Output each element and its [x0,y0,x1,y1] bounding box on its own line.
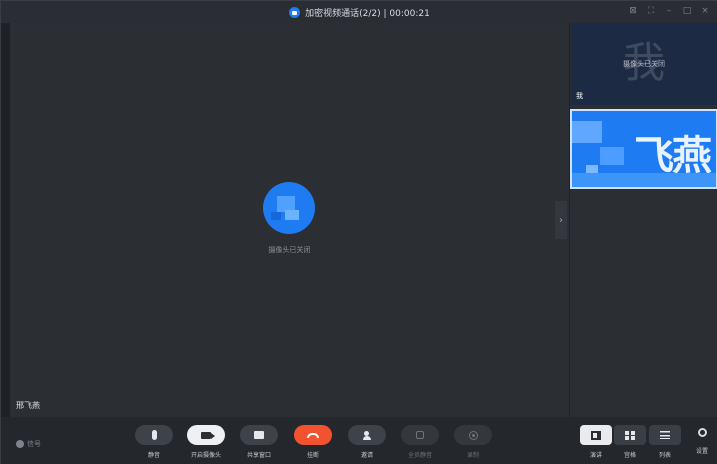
mute-label: 静音 [147,452,160,459]
share-window-button[interactable]: 共享窗口 [239,425,279,459]
hang-up-icon [307,432,319,438]
video-call-window: 加密视频通话(2/2) | 00:00:21 ⊠ ⛶ – □ × 摄像头已关闭 … [0,0,717,464]
camera-button[interactable]: 开启摄像头 [186,425,226,459]
list-layout-label: 列表 [658,452,671,459]
invite-label: 邀请 [360,452,373,459]
camera-icon [201,431,215,439]
gear-icon [697,428,707,437]
share-window-label: 共享窗口 [246,452,271,459]
encryption-lock-icon [289,6,301,18]
list-layout-button[interactable]: 列表 [648,425,682,459]
signal-indicator: 信号 [16,439,41,449]
hang-up-button[interactable]: 挂断 [293,425,333,459]
title-bar: 加密视频通话(2/2) | 00:00:21 ⊠ ⛶ – □ × [1,1,717,23]
close-icon[interactable]: × [700,6,710,17]
invite-icon [363,430,371,440]
window-controls: ⊠ ⛶ – □ × [628,6,710,17]
signal-icon [16,440,24,448]
mute-button[interactable]: 静音 [134,425,174,459]
self-video-tile[interactable]: 我 摄像头已关闭 我 [571,23,717,105]
pin-icon[interactable]: ⊠ [628,6,638,17]
mute-all-icon [416,431,424,439]
chevron-right-icon: › [559,214,563,226]
invite-button[interactable]: 邀请 [347,425,387,459]
grid-layout-button[interactable]: 宫格 [613,425,647,459]
hang-up-label: 挂断 [306,452,319,459]
camera-label: 开启摄像头 [190,452,221,459]
mute-all-label: 全员静音 [407,452,432,459]
fullscreen-icon[interactable]: ⛶ [646,6,656,17]
participant-name: 邢飞燕 [16,401,40,410]
remote-video-tile[interactable]: 飞燕 [570,109,717,189]
mute-all-button[interactable]: 全员静音 [400,425,440,459]
screen-share-icon [254,431,264,439]
speaker-layout-label: 演讲 [589,452,602,459]
remote-tile-strip [572,173,716,187]
speaker-layout-icon [591,430,601,440]
self-label: 我 [576,92,583,100]
grid-layout-icon [625,430,635,440]
title-group: 加密视频通话(2/2) | 00:00:21 [289,6,430,19]
maximize-icon[interactable]: □ [682,6,692,17]
grid-layout-label: 宫格 [623,452,636,459]
call-toolbar: 信号 静音 开启摄像头 共享窗口 挂断 邀请 全员静音 录制 演讲 宫格 列表 … [1,417,717,464]
list-layout-icon [660,431,670,439]
collapse-panel-button[interactable]: › [555,201,567,239]
window-title: 加密视频通话(2/2) | 00:00:21 [305,8,430,19]
record-label: 录制 [466,452,479,459]
signal-text: 信号 [27,440,41,448]
participant-panel: 我 摄像头已关闭 我 飞燕 [570,23,717,417]
minimize-icon[interactable]: – [664,6,674,17]
camera-off-text: 摄像头已关闭 [268,246,311,254]
participant-avatar [263,182,315,234]
settings-label: 设置 [695,448,708,455]
main-video-area[interactable]: 摄像头已关闭 邢飞燕 [10,23,569,417]
self-camera-off-text: 摄像头已关闭 [623,60,665,68]
record-button[interactable]: 录制 [453,425,493,459]
speaker-layout-button[interactable]: 演讲 [579,425,613,459]
settings-button[interactable]: 设置 [691,428,713,455]
record-icon [468,430,478,440]
mic-icon [151,430,157,440]
